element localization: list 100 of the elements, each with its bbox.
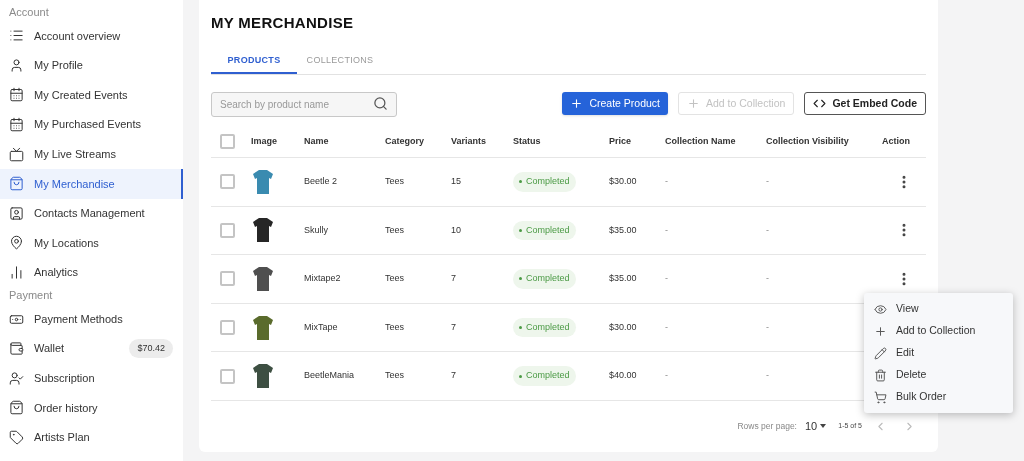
checkbox[interactable] bbox=[220, 222, 235, 238]
table-cell: - bbox=[665, 369, 668, 383]
status-chip: Completed bbox=[513, 269, 576, 289]
table-cell: - bbox=[766, 369, 769, 383]
table-cell: - bbox=[766, 175, 769, 189]
trash-icon bbox=[874, 368, 887, 382]
checkbox[interactable] bbox=[220, 174, 235, 190]
table-cell-text: - bbox=[665, 320, 668, 334]
sidebar-item[interactable]: Wallet $70.42 bbox=[0, 333, 183, 364]
menu-item[interactable]: Add to Collection bbox=[864, 320, 1013, 342]
status-chip: Completed bbox=[513, 317, 576, 338]
sidebar-item[interactable]: Contacts Management bbox=[0, 198, 183, 229]
sidebar-item[interactable]: My Profile bbox=[0, 50, 183, 81]
eye-icon bbox=[874, 302, 887, 316]
status-chip: Completed bbox=[513, 220, 576, 241]
menu-item[interactable]: View bbox=[864, 298, 1013, 320]
column-header: Image bbox=[251, 134, 277, 148]
table-cell: - bbox=[665, 175, 668, 189]
table-cell: Tees bbox=[385, 175, 404, 189]
column-header: Status bbox=[513, 134, 541, 148]
checkbox[interactable] bbox=[220, 368, 235, 384]
sidebar-item[interactable]: My Merchandise bbox=[0, 168, 183, 199]
sidebar-item[interactable]: My Live Streams bbox=[0, 139, 183, 169]
column-header: Collection Name bbox=[665, 134, 736, 148]
bag-icon bbox=[9, 176, 24, 192]
checkbox[interactable] bbox=[220, 271, 235, 287]
table-cell: Tees bbox=[385, 272, 404, 286]
plus-icon bbox=[874, 324, 887, 338]
code-icon bbox=[813, 97, 827, 110]
menu-item[interactable]: Bulk Order bbox=[864, 386, 1013, 408]
rows-per-page-label: Rows per page: bbox=[737, 419, 797, 433]
table-cell: $35.00 bbox=[609, 272, 637, 286]
status-chip: Completed bbox=[513, 366, 576, 386]
column-header: Name bbox=[304, 134, 329, 148]
column-header: Variants bbox=[451, 134, 487, 148]
map-pin-icon bbox=[9, 235, 24, 251]
table-cell-text: Tees bbox=[385, 320, 404, 334]
sidebar-item[interactable]: My Locations bbox=[0, 228, 183, 258]
table-cell: 7 bbox=[451, 369, 456, 383]
table-cell-text: - bbox=[766, 223, 769, 237]
sidebar-item[interactable]: Analytics bbox=[0, 257, 183, 288]
bag-icon bbox=[9, 400, 24, 416]
rows-per-page-select[interactable]: 10 bbox=[805, 417, 827, 435]
action-button[interactable]: Get Embed Code bbox=[804, 92, 926, 115]
plus-icon bbox=[570, 97, 584, 110]
pencil-icon bbox=[874, 346, 887, 360]
table-cell: $40.00 bbox=[609, 369, 637, 383]
column-header: Price bbox=[609, 134, 632, 148]
plus-icon bbox=[687, 97, 700, 110]
page-title: MY MERCHANDISE bbox=[211, 13, 355, 33]
sidebar-item[interactable]: Order history bbox=[0, 393, 183, 423]
column-header: Action bbox=[882, 134, 910, 148]
contact-card-icon bbox=[9, 205, 24, 221]
checkbox[interactable] bbox=[220, 134, 235, 149]
sidebar-item[interactable]: Subscription bbox=[0, 363, 183, 394]
table-cell: 7 bbox=[451, 272, 456, 286]
wallet-icon bbox=[9, 341, 24, 357]
table-cell-text: MixTape bbox=[304, 320, 338, 334]
menu-item[interactable]: Edit bbox=[864, 342, 1013, 364]
table-cell-text: 7 bbox=[451, 320, 456, 334]
tag-icon bbox=[9, 430, 24, 445]
action-button[interactable]: Create Product bbox=[562, 92, 668, 115]
table-cell: Tees bbox=[385, 369, 404, 383]
section-title: Account bbox=[8, 5, 50, 20]
table-cell: 15 bbox=[451, 175, 461, 189]
column-header: Category bbox=[385, 134, 424, 148]
table-cell-text: Tees bbox=[385, 223, 404, 237]
balance-badge: $70.42 bbox=[129, 339, 173, 359]
tab[interactable]: PRODUCTS bbox=[211, 49, 297, 74]
list-icon bbox=[9, 28, 24, 44]
sidebar-item[interactable]: My Created Events bbox=[0, 80, 183, 110]
menu-item[interactable]: Delete bbox=[864, 364, 1013, 386]
dropdown-icon bbox=[820, 424, 827, 429]
table-cell: Mixtape2 bbox=[304, 272, 341, 286]
search-icon bbox=[373, 96, 388, 111]
sidebar-item[interactable]: Account overview bbox=[0, 21, 183, 51]
search-field[interactable]: Search by product name bbox=[211, 92, 397, 117]
column-header: Collection Visibility bbox=[766, 134, 849, 148]
table-cell-text: 10 bbox=[451, 223, 461, 237]
person-check-icon bbox=[9, 370, 24, 386]
table-cell-text: - bbox=[766, 320, 769, 334]
sidebar-item[interactable]: My Purchased Events bbox=[0, 109, 183, 140]
table-cell: $30.00 bbox=[609, 175, 637, 189]
table-cell-text: - bbox=[665, 223, 668, 237]
sidebar-item[interactable]: Artists Plan bbox=[0, 422, 183, 453]
sidebar-item[interactable]: Payment Methods bbox=[0, 304, 183, 334]
table-cell-text: $35.00 bbox=[609, 223, 637, 237]
table-cell: BeetleMania bbox=[304, 369, 355, 383]
tv-icon bbox=[9, 146, 24, 162]
cart-icon bbox=[874, 390, 887, 404]
person-icon bbox=[9, 57, 24, 73]
bar-chart-icon bbox=[9, 265, 24, 281]
status-chip: Completed bbox=[513, 172, 576, 192]
table-cell-text: $30.00 bbox=[609, 320, 637, 334]
table-cell: - bbox=[766, 272, 769, 286]
checkbox[interactable] bbox=[220, 320, 235, 336]
section-title: Payment bbox=[8, 288, 54, 304]
table-cell: Beetle 2 bbox=[304, 175, 338, 189]
table-cell-text: Skully bbox=[304, 223, 328, 237]
calendar-icon bbox=[9, 87, 24, 103]
